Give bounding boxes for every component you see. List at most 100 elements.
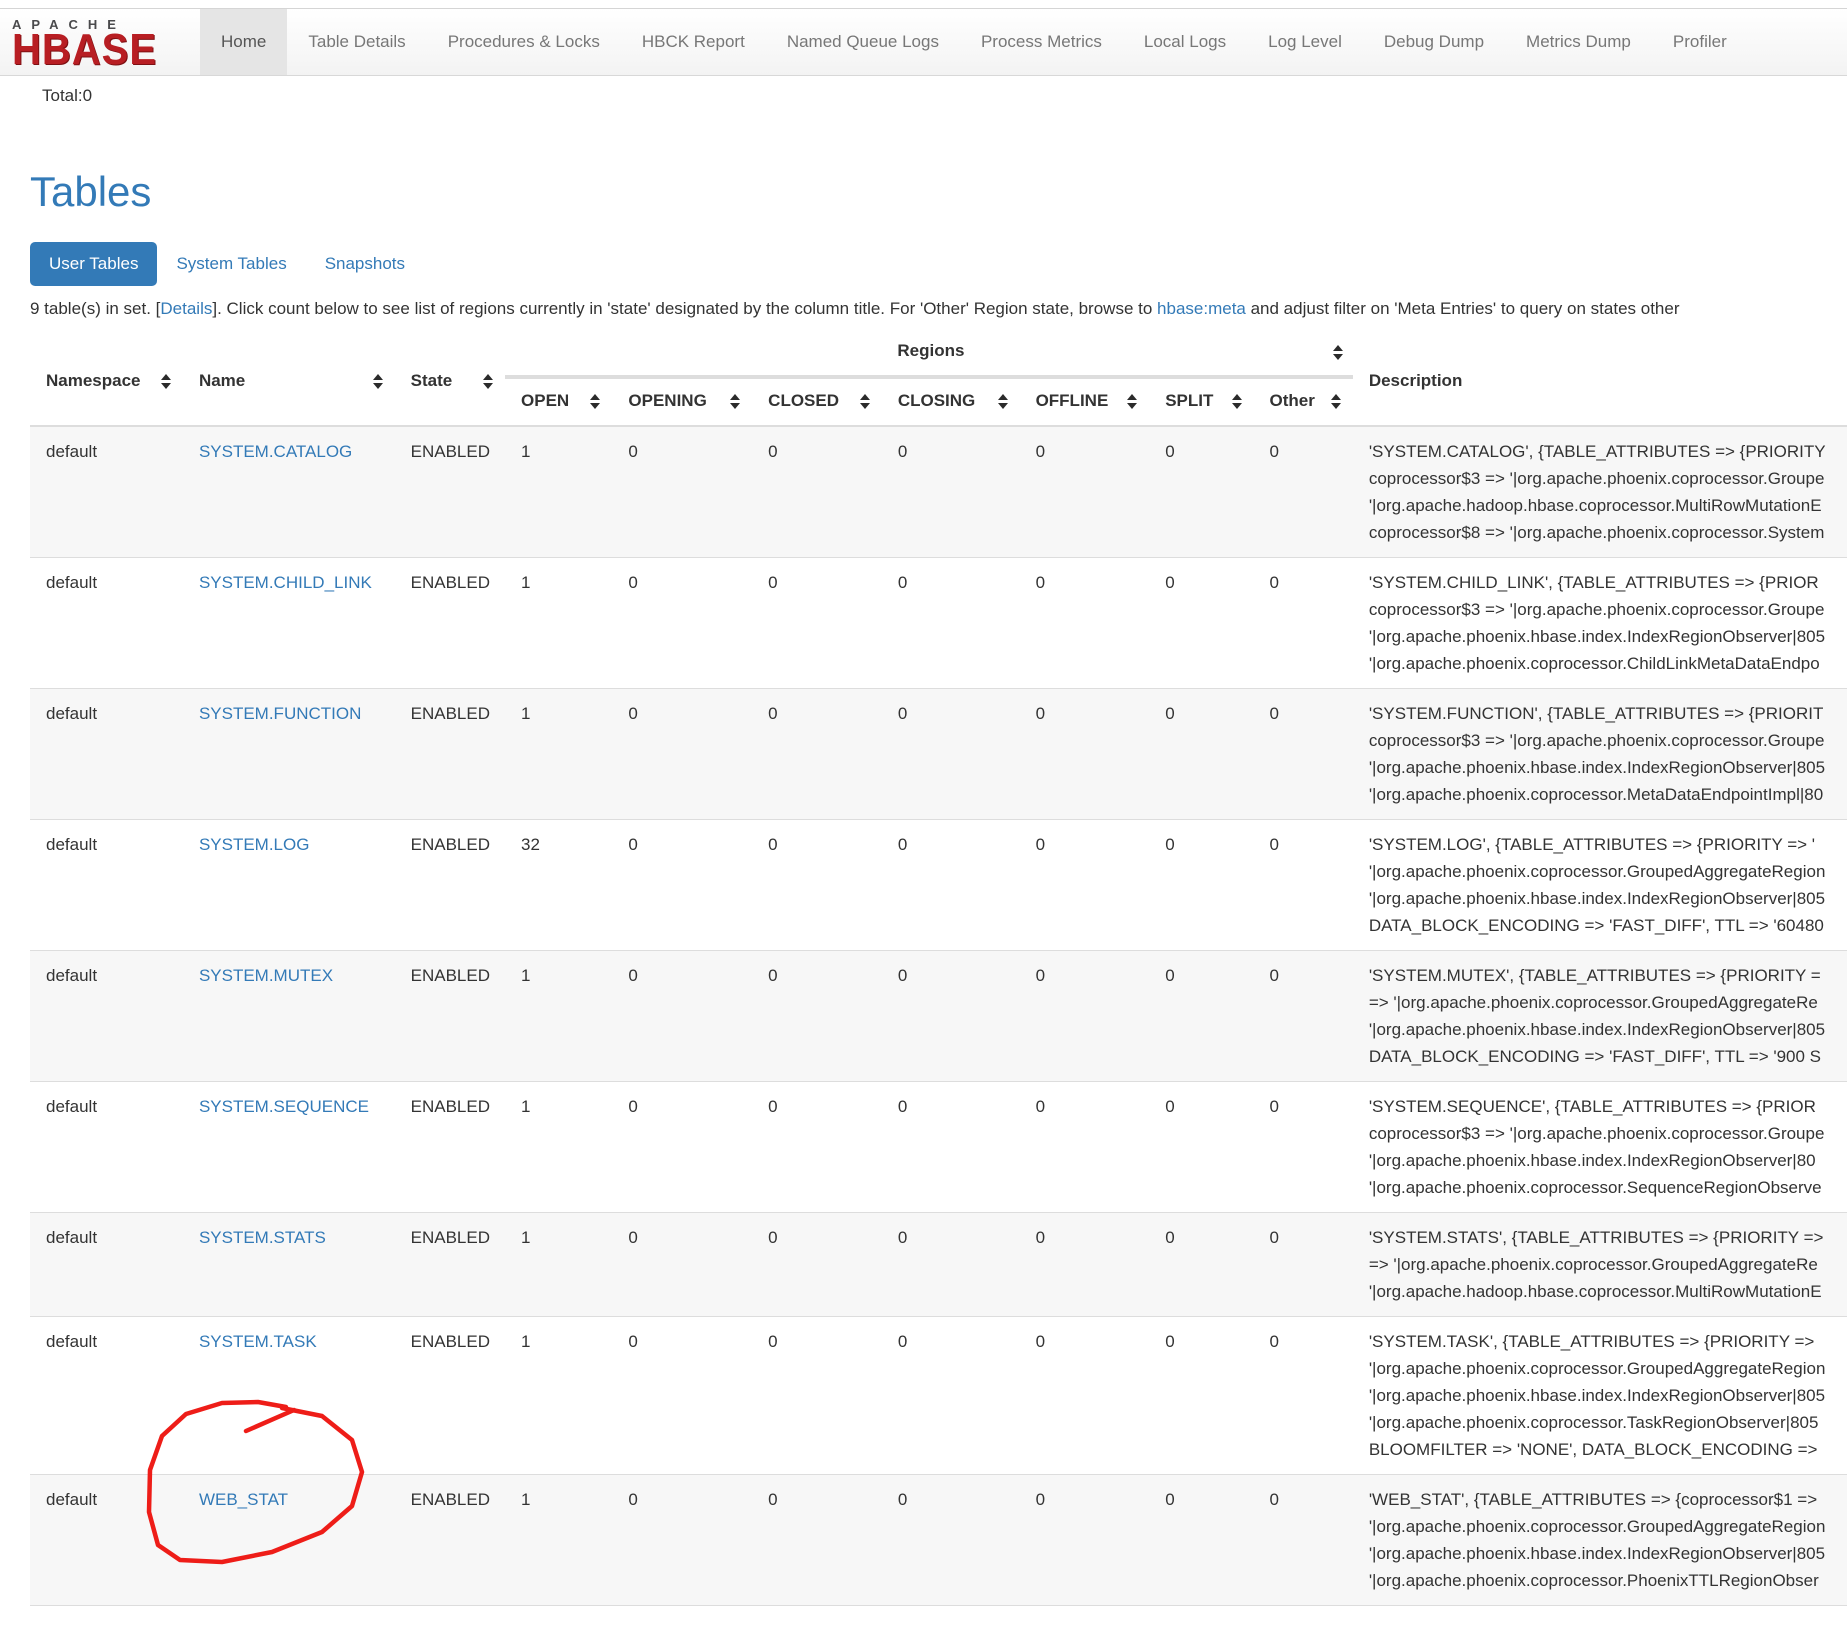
nav-item-table-details[interactable]: Table Details — [287, 9, 426, 75]
offline-count[interactable]: 0 — [1020, 1213, 1150, 1317]
other-count[interactable]: 0 — [1254, 1213, 1353, 1317]
tab-snapshots[interactable]: Snapshots — [306, 242, 424, 286]
table-name-link[interactable]: SYSTEM.MUTEX — [183, 951, 395, 1082]
nav-item-hbck-report[interactable]: HBCK Report — [621, 9, 766, 75]
hbase-meta-link[interactable]: hbase:meta — [1157, 299, 1246, 318]
nav-item-debug-dump[interactable]: Debug Dump — [1363, 9, 1505, 75]
opening-count[interactable]: 0 — [612, 820, 752, 951]
other-count[interactable]: 0 — [1254, 951, 1353, 1082]
closed-count[interactable]: 0 — [752, 689, 882, 820]
table-name-link[interactable]: SYSTEM.TASK — [183, 1317, 395, 1475]
closing-count[interactable]: 0 — [882, 1475, 1020, 1606]
open-count[interactable]: 1 — [505, 1475, 612, 1606]
table-name-link[interactable]: SYSTEM.STATS — [199, 1228, 326, 1247]
split-count[interactable]: 0 — [1149, 1317, 1253, 1475]
open-count[interactable]: 1 — [505, 689, 612, 820]
opening-count[interactable]: 0 — [612, 1082, 752, 1213]
nav-item-home[interactable]: Home — [200, 9, 287, 75]
nav-item-named-queue-logs[interactable]: Named Queue Logs — [766, 9, 960, 75]
split-count[interactable]: 0 — [1149, 558, 1253, 689]
col-header-opening[interactable]: OPENING — [628, 391, 706, 411]
opening-count[interactable]: 0 — [612, 426, 752, 558]
closing-count[interactable]: 0 — [882, 426, 1020, 558]
closing-count[interactable]: 0 — [882, 1082, 1020, 1213]
sort-icon[interactable] — [1232, 394, 1242, 409]
sort-icon[interactable] — [590, 394, 600, 409]
col-header-namespace[interactable]: Namespace — [46, 371, 141, 391]
table-name-link[interactable]: SYSTEM.SEQUENCE — [183, 1082, 395, 1213]
details-link[interactable]: Details — [160, 299, 212, 318]
offline-count[interactable]: 0 — [1020, 558, 1150, 689]
table-name-link[interactable]: SYSTEM.STATS — [183, 1213, 395, 1317]
open-count[interactable]: 1 — [505, 951, 612, 1082]
table-name-link[interactable]: SYSTEM.CATALOG — [199, 442, 352, 461]
open-count[interactable]: 1 — [505, 558, 612, 689]
closing-count[interactable]: 0 — [882, 951, 1020, 1082]
sort-icon[interactable] — [1331, 394, 1341, 409]
hbase-logo[interactable]: APACHE HBASE — [0, 9, 200, 75]
table-name-link[interactable]: SYSTEM.LOG — [199, 835, 310, 854]
sort-icon[interactable] — [998, 394, 1008, 409]
split-count[interactable]: 0 — [1149, 1213, 1253, 1317]
split-count[interactable]: 0 — [1149, 951, 1253, 1082]
closing-count[interactable]: 0 — [882, 558, 1020, 689]
closing-count[interactable]: 0 — [882, 1213, 1020, 1317]
closing-count[interactable]: 0 — [882, 1317, 1020, 1475]
sort-icon[interactable] — [1127, 394, 1137, 409]
closing-count[interactable]: 0 — [882, 689, 1020, 820]
table-name-link[interactable]: SYSTEM.CHILD_LINK — [183, 558, 395, 689]
closing-count[interactable]: 0 — [882, 820, 1020, 951]
offline-count[interactable]: 0 — [1020, 689, 1150, 820]
table-name-link[interactable]: WEB_STAT — [199, 1490, 288, 1509]
table-name-link[interactable]: SYSTEM.SEQUENCE — [199, 1097, 369, 1116]
table-name-link[interactable]: SYSTEM.TASK — [199, 1332, 317, 1351]
nav-item-profiler[interactable]: Profiler — [1652, 9, 1748, 75]
offline-count[interactable]: 0 — [1020, 951, 1150, 1082]
offline-count[interactable]: 0 — [1020, 426, 1150, 558]
open-count[interactable]: 1 — [505, 1317, 612, 1475]
opening-count[interactable]: 0 — [612, 689, 752, 820]
sort-icon[interactable] — [730, 394, 740, 409]
split-count[interactable]: 0 — [1149, 1082, 1253, 1213]
table-name-link[interactable]: SYSTEM.CHILD_LINK — [199, 573, 372, 592]
other-count[interactable]: 0 — [1254, 1317, 1353, 1475]
open-count[interactable]: 1 — [505, 426, 612, 558]
nav-item-metrics-dump[interactable]: Metrics Dump — [1505, 9, 1652, 75]
col-header-open[interactable]: OPEN — [521, 391, 569, 411]
other-count[interactable]: 0 — [1254, 820, 1353, 951]
other-count[interactable]: 0 — [1254, 558, 1353, 689]
opening-count[interactable]: 0 — [612, 1317, 752, 1475]
closed-count[interactable]: 0 — [752, 1082, 882, 1213]
nav-item-process-metrics[interactable]: Process Metrics — [960, 9, 1123, 75]
split-count[interactable]: 0 — [1149, 1475, 1253, 1606]
closed-count[interactable]: 0 — [752, 1475, 882, 1606]
other-count[interactable]: 0 — [1254, 1475, 1353, 1606]
table-name-link[interactable]: SYSTEM.LOG — [183, 820, 395, 951]
sort-icon[interactable] — [860, 394, 870, 409]
col-header-offline[interactable]: OFFLINE — [1036, 391, 1109, 411]
opening-count[interactable]: 0 — [612, 951, 752, 1082]
tab-user-tables[interactable]: User Tables — [30, 242, 157, 286]
tab-system-tables[interactable]: System Tables — [157, 242, 305, 286]
opening-count[interactable]: 0 — [612, 1475, 752, 1606]
closed-count[interactable]: 0 — [752, 426, 882, 558]
col-header-split[interactable]: SPLIT — [1165, 391, 1213, 411]
table-name-link[interactable]: SYSTEM.MUTEX — [199, 966, 333, 985]
sort-icon[interactable] — [483, 374, 493, 389]
offline-count[interactable]: 0 — [1020, 820, 1150, 951]
nav-item-log-level[interactable]: Log Level — [1247, 9, 1363, 75]
closed-count[interactable]: 0 — [752, 1317, 882, 1475]
col-header-name[interactable]: Name — [199, 371, 245, 391]
other-count[interactable]: 0 — [1254, 689, 1353, 820]
nav-item-local-logs[interactable]: Local Logs — [1123, 9, 1247, 75]
table-name-link[interactable]: SYSTEM.CATALOG — [183, 426, 395, 558]
sort-icon[interactable] — [161, 374, 171, 389]
split-count[interactable]: 0 — [1149, 820, 1253, 951]
col-header-other[interactable]: Other — [1270, 391, 1315, 411]
col-header-closing[interactable]: CLOSING — [898, 391, 975, 411]
other-count[interactable]: 0 — [1254, 1082, 1353, 1213]
offline-count[interactable]: 0 — [1020, 1475, 1150, 1606]
closed-count[interactable]: 0 — [752, 558, 882, 689]
opening-count[interactable]: 0 — [612, 1213, 752, 1317]
other-count[interactable]: 0 — [1254, 426, 1353, 558]
